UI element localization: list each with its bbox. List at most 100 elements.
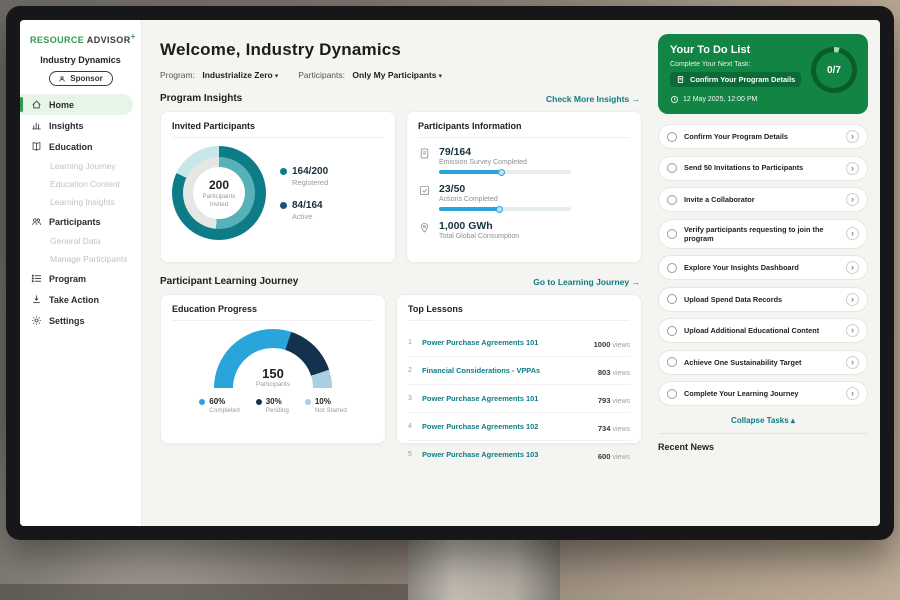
task-label: Complete Your Learning Journey	[684, 389, 839, 398]
lesson-views-label: views	[612, 370, 630, 377]
chevron-right-icon[interactable]: ›	[846, 387, 859, 400]
recent-news-title: Recent News	[658, 433, 868, 452]
app-window: RESOURCE ADVISOR+ Industry Dynamics Spon…	[20, 20, 880, 526]
todo-progress-ring: 0/7	[811, 47, 857, 93]
check-more-insights-link[interactable]: Check More Insights →	[546, 94, 640, 104]
legend-value: 164/200	[292, 166, 328, 177]
chevron-down-icon[interactable]: ▾	[275, 73, 279, 80]
card-title: Participants Information	[418, 121, 630, 138]
legend-dot	[280, 202, 287, 209]
sidebar-item-learning-journey[interactable]: Learning Journey	[20, 157, 141, 175]
gear-icon	[31, 315, 42, 326]
lesson-row: 1 Power Purchase Agreements 101 1000view…	[408, 329, 630, 357]
donut-legend: 164/200 Registered 84/164 Active	[280, 166, 328, 221]
chevron-right-icon[interactable]: ›	[846, 162, 859, 175]
lesson-views: 734	[598, 424, 611, 433]
program-filter-label: Program:	[160, 70, 195, 80]
lesson-link[interactable]: Power Purchase Agreements 101	[422, 338, 587, 347]
task-item[interactable]: Achieve One Sustainability Target ›	[658, 350, 868, 375]
org-name: Industry Dynamics	[20, 55, 141, 65]
sidebar-item-participants[interactable]: Participants	[20, 211, 141, 232]
legend-dot	[199, 399, 205, 405]
task-item[interactable]: Verify participants requesting to join t…	[658, 219, 868, 249]
task-label: Invite a Collaborator	[684, 195, 839, 204]
list-icon	[31, 273, 42, 284]
legend-dot	[280, 168, 287, 175]
sidebar-item-manage-participants[interactable]: Manage Participants	[20, 250, 141, 268]
task-item[interactable]: Invite a Collaborator ›	[658, 187, 868, 212]
next-task-pill[interactable]: Confirm Your Program Details	[670, 72, 801, 87]
todo-panel: Your To Do List Complete Your Next Task:…	[654, 20, 880, 526]
chevron-right-icon[interactable]: ›	[846, 227, 859, 240]
checklist-icon	[418, 184, 431, 197]
task-checkbox[interactable]	[667, 195, 677, 205]
sidebar-item-education-content[interactable]: Education Content	[20, 175, 141, 193]
invited-participants-card: Invited Participants 200 Participants In…	[160, 111, 396, 263]
nav-label: Settings	[49, 316, 85, 326]
task-checkbox[interactable]	[667, 357, 677, 367]
sidebar-item-general-data[interactable]: General Data	[20, 232, 141, 250]
lesson-link[interactable]: Power Purchase Agreements 101	[422, 394, 591, 403]
sidebar-item-program[interactable]: Program	[20, 268, 141, 289]
task-item[interactable]: Upload Spend Data Records ›	[658, 287, 868, 312]
chevron-down-icon[interactable]: ▾	[438, 73, 442, 80]
task-checkbox[interactable]	[667, 132, 677, 142]
task-checkbox[interactable]	[667, 326, 677, 336]
sidebar-item-learning-insights[interactable]: Learning Insights	[20, 193, 141, 211]
chevron-right-icon[interactable]: ›	[846, 293, 859, 306]
task-checkbox[interactable]	[667, 163, 677, 173]
task-checkbox[interactable]	[667, 389, 677, 399]
collapse-tasks-link[interactable]: Collapse Tasks ▴	[658, 416, 868, 425]
lesson-row: 3 Power Purchase Agreements 101 793views	[408, 385, 630, 413]
legend-label: Active	[292, 212, 328, 221]
lesson-views-label: views	[612, 398, 630, 405]
lesson-link[interactable]: Financial Considerations - VPPAs	[422, 366, 591, 375]
lesson-rank: 2	[408, 367, 415, 374]
sidebar-item-home[interactable]: Home	[20, 94, 133, 115]
logo-secondary: ADVISOR	[87, 35, 131, 45]
legend-dot	[256, 399, 262, 405]
top-lessons-card: Top Lessons 1 Power Purchase Agreements …	[396, 294, 642, 444]
task-label: Verify participants requesting to join t…	[684, 225, 839, 243]
task-item[interactable]: Send 50 Invitations to Participants ›	[658, 156, 868, 181]
participants-filter-value[interactable]: Only My Participants	[352, 70, 436, 80]
sidebar-item-settings[interactable]: Settings	[20, 310, 141, 331]
sidebar-item-insights[interactable]: Insights	[20, 115, 141, 136]
program-filter-value[interactable]: Industrialize Zero	[202, 70, 272, 80]
nav-label: Home	[49, 100, 74, 110]
education-progress-card: Education Progress 150 Participants 60% …	[160, 294, 386, 444]
sidebar-item-take-action[interactable]: Take Action	[20, 289, 141, 310]
task-label: Achieve One Sustainability Target	[684, 358, 839, 367]
task-list: Confirm Your Program Details › Send 50 I…	[658, 124, 868, 413]
task-checkbox[interactable]	[667, 263, 677, 273]
legend-value: 60%	[209, 397, 239, 406]
lesson-views: 803	[598, 368, 611, 377]
chevron-right-icon[interactable]: ›	[846, 324, 859, 337]
sponsor-badge[interactable]: Sponsor	[49, 71, 113, 86]
legend-item: 60% Completed	[199, 397, 239, 414]
chevron-right-icon[interactable]: ›	[846, 356, 859, 369]
chevron-right-icon[interactable]: ›	[846, 193, 859, 206]
lesson-link[interactable]: Power Purchase Agreements 103	[422, 450, 591, 459]
task-item[interactable]: Confirm Your Program Details ›	[658, 124, 868, 149]
task-item[interactable]: Complete Your Learning Journey ›	[658, 381, 868, 406]
invited-donut-chart: 200 Participants Invited	[172, 146, 266, 240]
education-gauge-chart: 150 Participants	[214, 329, 332, 388]
chevron-right-icon[interactable]: ›	[846, 261, 859, 274]
task-item[interactable]: Upload Additional Educational Content ›	[658, 318, 868, 343]
chevron-right-icon[interactable]: ›	[846, 130, 859, 143]
gauge-center-value: 150	[214, 366, 332, 381]
document-icon	[418, 147, 431, 160]
legend-item: 164/200 Registered	[280, 166, 328, 187]
task-item[interactable]: Explore Your Insights Dashboard ›	[658, 255, 868, 280]
lesson-link[interactable]: Power Purchase Agreements 102	[422, 422, 591, 431]
go-to-learning-journey-link[interactable]: Go to Learning Journey →	[533, 277, 640, 287]
task-checkbox[interactable]	[667, 229, 677, 239]
task-label: Send 50 Invitations to Participants	[684, 163, 839, 172]
task-label: Explore Your Insights Dashboard	[684, 263, 839, 272]
lesson-views: 600	[598, 452, 611, 461]
sidebar-item-education[interactable]: Education	[20, 136, 141, 157]
download-icon	[31, 294, 42, 305]
task-checkbox[interactable]	[667, 294, 677, 304]
people-icon	[31, 216, 42, 227]
